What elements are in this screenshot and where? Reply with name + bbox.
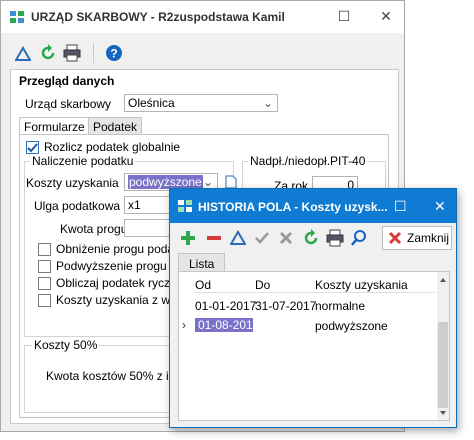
scroll-up-icon[interactable] [440,278,446,282]
maximize-icon[interactable]: ☐ [337,9,351,23]
col-do[interactable]: Do [255,278,270,292]
print-icon[interactable] [326,229,344,247]
urzad-label: Urząd skarbowy [25,97,112,111]
check-icon [27,143,38,153]
checkbox-obnizenie[interactable] [38,243,51,256]
triangle-icon[interactable] [15,46,31,62]
checkbox-podwyzszenie[interactable] [38,260,51,273]
zamknij-button[interactable]: Zamknij [382,226,452,250]
koszty50-title: Koszty 50% [32,338,100,352]
search-icon[interactable] [350,229,368,247]
row-pointer-icon: › [182,318,186,332]
zamknij-label: Zamknij [407,231,450,245]
table-row[interactable]: › 01-08-2017 podwyższone [179,316,437,334]
ulga-label: Ulga podatkowa [34,199,121,213]
col-koszty[interactable]: Koszty uzyskania [315,278,408,292]
main-titlebar: URZĄD SKARBOWY - R2zuspodstawa Kamil ☐ ✕ [1,1,404,33]
document-icon[interactable] [225,175,237,189]
rozlicz-label: Rozlicz podatek globalnie [44,140,181,154]
scroll-thumb[interactable] [438,322,448,408]
refresh-icon[interactable] [302,229,320,247]
dialog-titlebar: HISTORIA POLA - Koszty uzysk... ☐ ✕ [170,189,456,223]
history-grid: Od Do Koszty uzyskania 01-01-2017 31-07-… [178,271,450,421]
chevron-down-icon: ⌄ [262,96,273,110]
dialog-title: HISTORIA POLA - Koszty uzysk... [198,200,388,214]
naliczenie-title: Naliczenie podatku [30,154,136,168]
cancel-icon[interactable] [278,230,294,246]
chevron-down-icon: ⌄ [202,175,213,189]
header-divider [195,292,435,293]
col-od[interactable]: Od [195,278,211,292]
table-row[interactable]: 01-01-2017 31-07-2017 normalne [179,296,437,314]
koszty-label: Koszty uzyskania [26,176,119,190]
help-icon[interactable]: ? [105,44,123,62]
scroll-down-icon[interactable] [440,411,446,415]
urzad-select[interactable]: Oleśnica ⌄ [124,94,278,112]
app-icon [10,11,24,23]
refresh-icon[interactable] [39,44,57,62]
toolbar-separator [93,43,94,63]
close-icon[interactable]: ✕ [434,198,446,215]
nadpl-title: Nadpł./niedopł.PIT-40 [248,154,368,168]
print-icon[interactable] [63,44,81,62]
close-icon[interactable]: ✕ [379,9,393,23]
history-dialog: HISTORIA POLA - Koszty uzysk... ☐ ✕ Zamk… [169,188,457,428]
check-icon[interactable] [254,230,270,246]
add-icon[interactable] [180,230,196,246]
remove-icon[interactable] [206,230,222,246]
section-title: Przegląd danych [19,74,115,88]
rozlicz-checkbox[interactable] [26,141,39,154]
kwota-progu-label: Kwota progu [60,222,128,236]
app-icon [178,200,192,212]
svg-text:?: ? [110,47,117,61]
close-icon [388,231,402,245]
checkbox-wielu[interactable] [38,294,51,307]
maximize-icon[interactable]: ☐ [394,198,407,215]
main-title: URZĄD SKARBOWY - R2zuspodstawa Kamil [31,10,285,24]
scrollbar[interactable] [437,272,449,420]
checkbox-ryczalt[interactable] [38,277,51,290]
triangle-icon[interactable] [230,230,246,246]
